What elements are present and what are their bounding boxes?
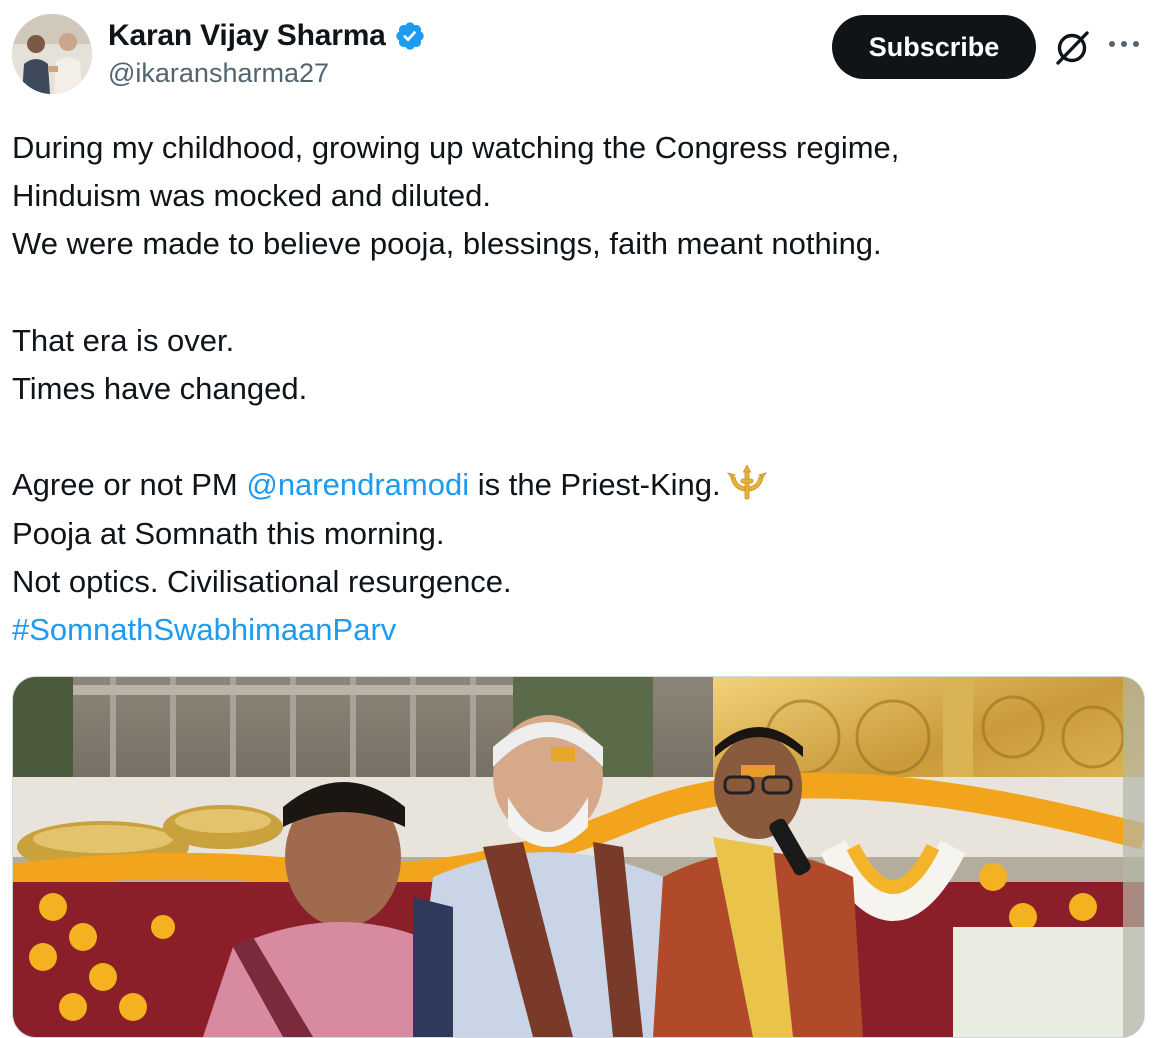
tweet-text-segment: Agree or not PM bbox=[12, 467, 247, 503]
author-handle[interactable]: @ikaransharma27 bbox=[108, 58, 329, 89]
grok-slash-circle-icon[interactable] bbox=[1052, 27, 1092, 67]
more-horizontal-icon[interactable] bbox=[1106, 36, 1142, 52]
tweet-line: Not optics. Civilisational resurgence. bbox=[12, 563, 512, 599]
author-display-name[interactable]: Karan Vijay Sharma bbox=[108, 19, 386, 53]
tweet-text: During my childhood, growing up watching… bbox=[12, 124, 1142, 654]
tweet-line: Times have changed. bbox=[12, 370, 308, 406]
tweet-line: That era is over. bbox=[12, 322, 235, 358]
tweet-card: Karan Vijay Sharma @ikaransharma27 Subsc… bbox=[0, 0, 1159, 1038]
tweet-line: Hinduism was mocked and diluted. bbox=[12, 178, 492, 214]
author-name-row[interactable]: Karan Vijay Sharma bbox=[108, 18, 426, 54]
tweet-text-segment: is the Priest-King. bbox=[469, 467, 721, 503]
tweet-line: Pooja at Somnath this morning. bbox=[12, 515, 445, 551]
tweet-line: During my childhood, growing up watching… bbox=[12, 130, 900, 165]
tweet-line: We were made to believe pooja, blessings… bbox=[12, 226, 882, 262]
tweet-media-image[interactable] bbox=[12, 676, 1145, 1038]
trident-emoji-icon bbox=[726, 465, 767, 500]
tweet-line-mention: Agree or not PM @narendramodi is the Pri… bbox=[12, 461, 1142, 509]
mention-link[interactable]: @narendramodi bbox=[246, 467, 469, 502]
verified-badge-icon bbox=[396, 22, 424, 50]
avatar-photo bbox=[12, 14, 92, 94]
pooja-photo bbox=[13, 677, 1144, 1037]
author-avatar[interactable] bbox=[12, 14, 92, 94]
subscribe-button[interactable]: Subscribe bbox=[832, 15, 1036, 79]
hashtag-link[interactable]: #SomnathSwabhimaanParv bbox=[12, 606, 1142, 654]
